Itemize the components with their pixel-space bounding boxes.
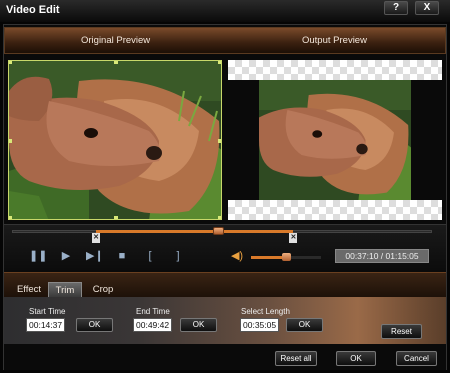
output-preview bbox=[228, 60, 442, 220]
time-display: 00:37:10 / 01:15:05 bbox=[335, 249, 429, 263]
close-button[interactable]: X bbox=[415, 1, 439, 15]
tab-effect[interactable]: Effect bbox=[12, 282, 46, 297]
select-length-label: Select Length bbox=[241, 307, 290, 316]
crop-handle[interactable] bbox=[9, 61, 12, 64]
crop-handle[interactable] bbox=[9, 139, 12, 143]
ok-button[interactable]: OK bbox=[336, 351, 376, 366]
window-title: Video Edit bbox=[6, 4, 60, 16]
video-edit-window: Video Edit ? X Original Preview Output P… bbox=[0, 0, 450, 373]
mark-end-icon[interactable]: ] bbox=[170, 249, 186, 263]
trim-panel bbox=[4, 297, 446, 344]
footer-bar bbox=[4, 344, 446, 370]
title-bar[interactable]: Video Edit ? X bbox=[0, 0, 450, 22]
end-time-input[interactable]: 00:49:42 bbox=[133, 318, 172, 332]
pause-icon[interactable]: ❚❚ bbox=[29, 249, 47, 263]
end-time-label: End Time bbox=[136, 307, 170, 316]
output-preview-label: Output Preview bbox=[302, 35, 367, 46]
cancel-button[interactable]: Cancel bbox=[396, 351, 437, 366]
volume-thumb[interactable] bbox=[282, 253, 291, 261]
trim-selection bbox=[96, 230, 294, 233]
crop-handle[interactable] bbox=[218, 216, 221, 219]
original-preview[interactable] bbox=[8, 60, 222, 220]
trim-end-marker[interactable]: ✕ bbox=[289, 233, 298, 243]
volume-icon[interactable]: ◀) bbox=[229, 249, 245, 263]
volume-fill bbox=[251, 256, 286, 259]
crop-handle[interactable] bbox=[114, 216, 118, 219]
reset-all-button[interactable]: Reset all bbox=[275, 351, 317, 366]
start-ok-button[interactable]: OK bbox=[76, 318, 113, 332]
next-frame-icon[interactable]: ▶❙ bbox=[86, 249, 104, 263]
preview-header: Original Preview Output Preview bbox=[4, 27, 446, 54]
reset-button[interactable]: Reset bbox=[381, 324, 422, 339]
length-ok-button[interactable]: OK bbox=[286, 318, 323, 332]
start-time-label: Start Time bbox=[29, 307, 66, 316]
output-deer-image bbox=[259, 80, 411, 200]
crop-handle[interactable] bbox=[114, 61, 118, 64]
help-button[interactable]: ? bbox=[384, 1, 408, 15]
deer-image bbox=[9, 61, 221, 219]
crop-handle[interactable] bbox=[218, 61, 221, 64]
tab-crop[interactable]: Crop bbox=[86, 282, 120, 297]
start-time-input[interactable]: 00:14:37 bbox=[26, 318, 65, 332]
playhead-thumb[interactable] bbox=[212, 227, 224, 235]
stop-icon[interactable]: ■ bbox=[114, 249, 130, 263]
crop-handle[interactable] bbox=[9, 216, 12, 219]
output-image-art bbox=[259, 80, 411, 200]
end-ok-button[interactable]: OK bbox=[180, 318, 217, 332]
mark-start-icon[interactable]: [ bbox=[142, 249, 158, 263]
select-length-input[interactable]: 00:35:05 bbox=[240, 318, 279, 332]
crop-handle[interactable] bbox=[218, 139, 221, 143]
tab-trim[interactable]: Trim bbox=[48, 282, 82, 297]
play-icon[interactable]: ▶ bbox=[58, 249, 74, 263]
trim-start-marker[interactable]: ✕ bbox=[92, 233, 100, 243]
original-preview-label: Original Preview bbox=[81, 35, 151, 46]
